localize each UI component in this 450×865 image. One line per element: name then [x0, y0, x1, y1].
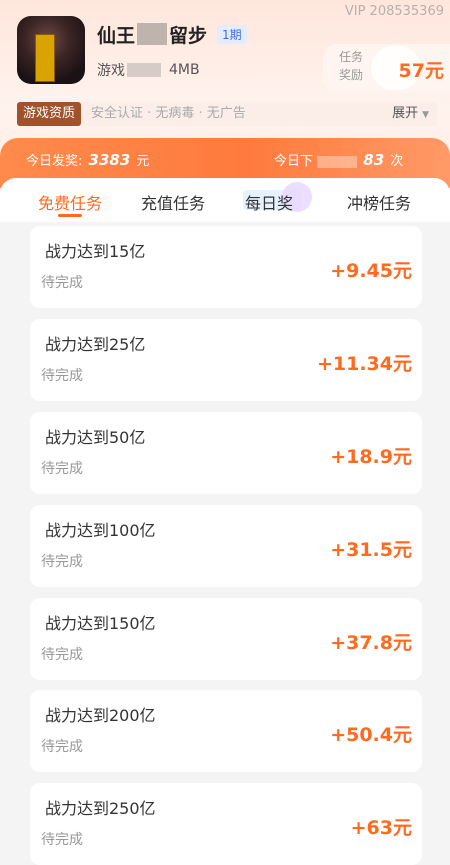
task-card[interactable]: 战力达到250亿 待完成 +63元: [30, 783, 422, 865]
task-reward: +37.8元: [330, 632, 412, 654]
tab-ranking-tasks[interactable]: 冲榜任务: [347, 190, 411, 214]
game-icon[interactable]: [17, 16, 85, 84]
task-card[interactable]: 战力达到25亿 待完成 +11.34元: [30, 319, 422, 401]
task-name: 战力达到25亿: [45, 335, 146, 354]
today-payout-unit: 元: [136, 154, 150, 169]
task-status: 待完成: [41, 739, 83, 755]
task-card[interactable]: 战力达到50亿 待完成 +18.9元: [30, 412, 422, 494]
task-name: 战力达到200亿: [45, 706, 156, 725]
game-size: 4MB: [169, 62, 200, 78]
tab-daily-reward[interactable]: 每日奖: [245, 190, 293, 214]
reward-amount: 57元: [398, 60, 444, 82]
task-name: 战力达到50亿: [45, 428, 146, 447]
title-redacted: [137, 23, 168, 45]
chevron-down-icon: ▼: [422, 110, 429, 120]
tab-recharge-tasks[interactable]: 充值任务: [141, 190, 205, 214]
task-status: 待完成: [41, 832, 83, 848]
task-reward: +63元: [350, 817, 412, 839]
today-payout-value: 3383: [88, 151, 131, 169]
today-downloads: 今日下 83 次: [274, 150, 403, 169]
task-reward: +9.45元: [330, 260, 412, 282]
qualification-row: 游戏资质 安全认证 · 无病毒 · 无广告 展开 ▼: [17, 102, 437, 126]
meta-redacted: [127, 63, 161, 77]
task-reward: +18.9元: [330, 446, 412, 468]
game-title-prefix: 仙王: [97, 24, 136, 47]
game-title-row: 仙王 留步 1期: [97, 20, 247, 48]
task-status: 待完成: [41, 275, 83, 291]
qualification-text: 安全认证 · 无病毒 · 无广告: [91, 106, 246, 121]
issue-badge: 1期: [217, 24, 247, 44]
task-status: 待完成: [41, 461, 83, 477]
task-reward: +31.5元: [330, 539, 412, 561]
game-meta: 游戏 4MB: [97, 60, 200, 80]
today-downloads-unit: 次: [390, 154, 404, 169]
task-status: 待完成: [41, 647, 83, 663]
downloads-redacted: [317, 155, 358, 168]
expand-button[interactable]: 展开 ▼: [392, 102, 429, 127]
today-payout-label: 今日发奖:: [26, 154, 83, 169]
meta-prefix: 游戏: [97, 63, 125, 79]
qualification-tag: 游戏资质: [17, 102, 82, 126]
task-card[interactable]: 战力达到15亿 待完成 +9.45元: [30, 226, 422, 308]
task-reward-box: 任务奖励 57元: [323, 44, 450, 92]
task-tabs: 免费任务 充值任务 每日奖 冲榜任务: [0, 178, 450, 222]
reward-label: 任务奖励: [339, 50, 364, 82]
task-name: 战力达到150亿: [45, 614, 156, 633]
game-title-suffix: 留步: [169, 24, 208, 47]
task-name: 战力达到250亿: [45, 799, 156, 818]
today-payout: 今日发奖: 3383 元: [26, 150, 149, 169]
task-card[interactable]: 战力达到150亿 待完成 +37.8元: [30, 598, 422, 680]
task-panel: 免费任务 充值任务 每日奖 冲榜任务 战力达到15亿 待完成 +9.45元 战力…: [0, 178, 450, 865]
expand-label: 展开: [392, 106, 419, 121]
task-card[interactable]: 战力达到100亿 待完成 +31.5元: [30, 505, 422, 587]
task-reward: +50.4元: [330, 724, 412, 746]
vip-id: VIP 208535369: [344, 4, 444, 19]
task-status: 待完成: [41, 554, 83, 570]
game-icon-talisman: [35, 34, 55, 82]
task-card[interactable]: 战力达到200亿 待完成 +50.4元: [30, 690, 422, 772]
active-tab-indicator: [58, 214, 82, 217]
tab-free-tasks[interactable]: 免费任务: [38, 190, 102, 214]
today-downloads-label: 今日下: [274, 154, 314, 169]
task-name: 战力达到100亿: [45, 521, 156, 540]
today-downloads-value: 83: [363, 151, 385, 169]
task-name: 战力达到15亿: [45, 242, 146, 261]
task-reward: +11.34元: [316, 353, 412, 375]
task-status: 待完成: [41, 368, 83, 384]
